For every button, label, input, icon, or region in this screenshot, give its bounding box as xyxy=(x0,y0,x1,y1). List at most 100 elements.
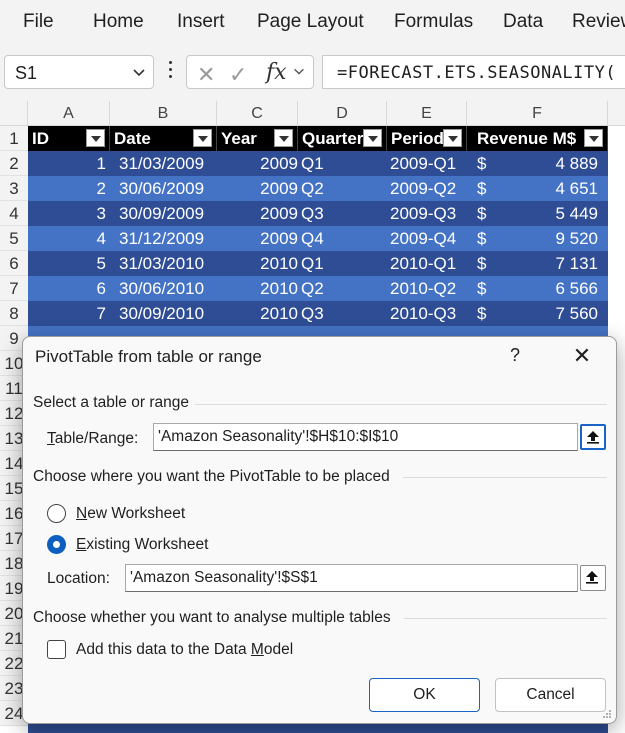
row-header[interactable]: 1 xyxy=(0,126,28,151)
filter-dropdown-icon[interactable] xyxy=(193,129,212,147)
cell-year[interactable]: 2009 xyxy=(217,226,298,251)
help-icon[interactable]: ? xyxy=(505,345,525,366)
row-header[interactable]: 2 xyxy=(0,151,28,176)
cell-period[interactable]: 2010-Q3 xyxy=(390,301,456,326)
header-cell-id[interactable]: ID xyxy=(28,126,110,151)
table-row[interactable]: 1 31/03/2009 2009 Q1 2009-Q1 $ 4 889 xyxy=(28,151,608,176)
cell-id[interactable]: 7 xyxy=(28,301,106,326)
row-header[interactable]: 4 xyxy=(0,201,28,226)
filter-dropdown-icon[interactable] xyxy=(86,129,105,147)
row-header[interactable]: 6 xyxy=(0,251,28,276)
row-header[interactable]: 7 xyxy=(0,276,28,301)
cell-period[interactable]: 2009-Q2 xyxy=(390,176,456,201)
collapse-dialog-button[interactable] xyxy=(580,424,606,450)
table-range-input[interactable]: 'Amazon Seasonality'!$H$10:$I$10 xyxy=(153,423,578,451)
filter-dropdown-icon[interactable] xyxy=(584,129,603,147)
cell-revenue[interactable]: 9 520 xyxy=(498,226,598,251)
row-header[interactable]: 8 xyxy=(0,301,28,326)
cell-date[interactable]: 30/09/2009 xyxy=(119,201,204,226)
cell-period[interactable]: 2009-Q3 xyxy=(390,201,456,226)
cell-year[interactable]: 2009 xyxy=(217,176,298,201)
close-icon[interactable]: ✕ xyxy=(569,345,595,369)
column-header-d[interactable]: D xyxy=(298,101,387,126)
table-row[interactable]: 3 30/09/2009 2009 Q3 2009-Q3 $ 5 449 xyxy=(28,201,608,226)
cell-year[interactable]: 2010 xyxy=(217,276,298,301)
cell-date[interactable]: 31/03/2009 xyxy=(119,151,204,176)
column-header-a[interactable]: A xyxy=(28,101,110,126)
cell-quarter[interactable]: Q3 xyxy=(301,201,324,226)
cell-date[interactable]: 31/03/2010 xyxy=(119,251,204,276)
cell-id[interactable]: 2 xyxy=(28,176,106,201)
confirm-entry-icon[interactable]: ✓ xyxy=(229,62,247,88)
cell-quarter[interactable]: Q1 xyxy=(301,151,324,176)
more-options-icon[interactable] xyxy=(166,61,174,83)
new-worksheet-radio[interactable] xyxy=(47,504,66,523)
row-header[interactable]: 5 xyxy=(0,226,28,251)
cell-id[interactable]: 4 xyxy=(28,226,106,251)
location-input[interactable]: 'Amazon Seasonality'!$S$1 xyxy=(125,564,578,592)
table-row[interactable]: 4 31/12/2009 2009 Q4 2009-Q4 $ 9 520 xyxy=(28,226,608,251)
cell-period[interactable]: 2010-Q2 xyxy=(390,276,456,301)
new-worksheet-label[interactable]: New Worksheet xyxy=(76,505,185,523)
row-header[interactable]: 3 xyxy=(0,176,28,201)
cell-revenue[interactable]: 4 651 xyxy=(498,176,598,201)
tab-formulas[interactable]: Formulas xyxy=(394,11,473,33)
cell-id[interactable]: 5 xyxy=(28,251,106,276)
header-cell-year[interactable]: Year xyxy=(217,126,298,151)
select-all-corner[interactable] xyxy=(0,101,28,126)
name-box[interactable]: S1 xyxy=(4,55,154,89)
existing-worksheet-label[interactable]: Existing Worksheet xyxy=(76,536,208,554)
resize-grip-icon[interactable] xyxy=(602,709,612,719)
filter-dropdown-icon[interactable] xyxy=(363,129,382,147)
cancel-entry-icon[interactable]: ✕ xyxy=(197,62,215,88)
cell-revenue[interactable]: 4 889 xyxy=(498,151,598,176)
tab-home[interactable]: Home xyxy=(93,11,144,33)
header-cell-quarter[interactable]: Quarter xyxy=(298,126,387,151)
table-row[interactable]: 2 30/06/2009 2009 Q2 2009-Q2 $ 4 651 xyxy=(28,176,608,201)
cell-quarter[interactable]: Q1 xyxy=(301,251,324,276)
cell-id[interactable]: 1 xyxy=(28,151,106,176)
tab-insert[interactable]: Insert xyxy=(177,11,225,33)
table-row[interactable]: 5 31/03/2010 2010 Q1 2010-Q1 $ 7 131 xyxy=(28,251,608,276)
cell-period[interactable]: 2009-Q1 xyxy=(390,151,456,176)
cell-date[interactable]: 30/09/2010 xyxy=(119,301,204,326)
cell-year[interactable]: 2009 xyxy=(217,151,298,176)
cell-date[interactable]: 30/06/2010 xyxy=(119,276,204,301)
chevron-down-icon[interactable] xyxy=(292,64,306,83)
data-model-checkbox[interactable] xyxy=(47,640,66,659)
filter-dropdown-icon[interactable] xyxy=(443,129,462,147)
cell-year[interactable]: 2010 xyxy=(217,251,298,276)
tab-file[interactable]: File xyxy=(23,11,54,33)
cell-year[interactable]: 2009 xyxy=(217,201,298,226)
tab-review[interactable]: Review xyxy=(572,11,625,33)
table-row[interactable]: 6 30/06/2010 2010 Q2 2010-Q2 $ 6 566 xyxy=(28,276,608,301)
cell-id[interactable]: 3 xyxy=(28,201,106,226)
formula-input[interactable]: =FORECAST.ETS.SEASONALITY( xyxy=(322,55,625,89)
ok-button[interactable]: OK xyxy=(369,678,480,712)
column-header-b[interactable]: B xyxy=(110,101,217,126)
column-header-c[interactable]: C xyxy=(217,101,298,126)
cell-period[interactable]: 2009-Q4 xyxy=(390,226,456,251)
chevron-down-icon[interactable] xyxy=(131,64,147,85)
column-header-e[interactable]: E xyxy=(387,101,467,126)
column-header-g[interactable] xyxy=(608,101,625,126)
cell-revenue[interactable]: 6 566 xyxy=(498,276,598,301)
cell-year[interactable]: 2010 xyxy=(217,301,298,326)
collapse-dialog-button[interactable] xyxy=(580,565,606,591)
header-cell-period[interactable]: Period xyxy=(387,126,467,151)
cell-id[interactable]: 6 xyxy=(28,276,106,301)
cell-date[interactable]: 31/12/2009 xyxy=(119,226,204,251)
tab-data[interactable]: Data xyxy=(503,11,543,33)
data-model-label[interactable]: Add this data to the Data Model xyxy=(76,641,293,659)
tab-page-layout[interactable]: Page Layout xyxy=(257,11,364,33)
filter-dropdown-icon[interactable] xyxy=(274,129,293,147)
cell-quarter[interactable]: Q2 xyxy=(301,176,324,201)
header-cell-date[interactable]: Date xyxy=(110,126,217,151)
cell-quarter[interactable]: Q4 xyxy=(301,226,324,251)
cell-revenue[interactable]: 7 560 xyxy=(498,301,598,326)
cell-revenue[interactable]: 5 449 xyxy=(498,201,598,226)
cell-quarter[interactable]: Q2 xyxy=(301,276,324,301)
cell-revenue[interactable]: 7 131 xyxy=(498,251,598,276)
cell-period[interactable]: 2010-Q1 xyxy=(390,251,456,276)
table-row[interactable]: 7 30/09/2010 2010 Q3 2010-Q3 $ 7 560 xyxy=(28,301,608,326)
